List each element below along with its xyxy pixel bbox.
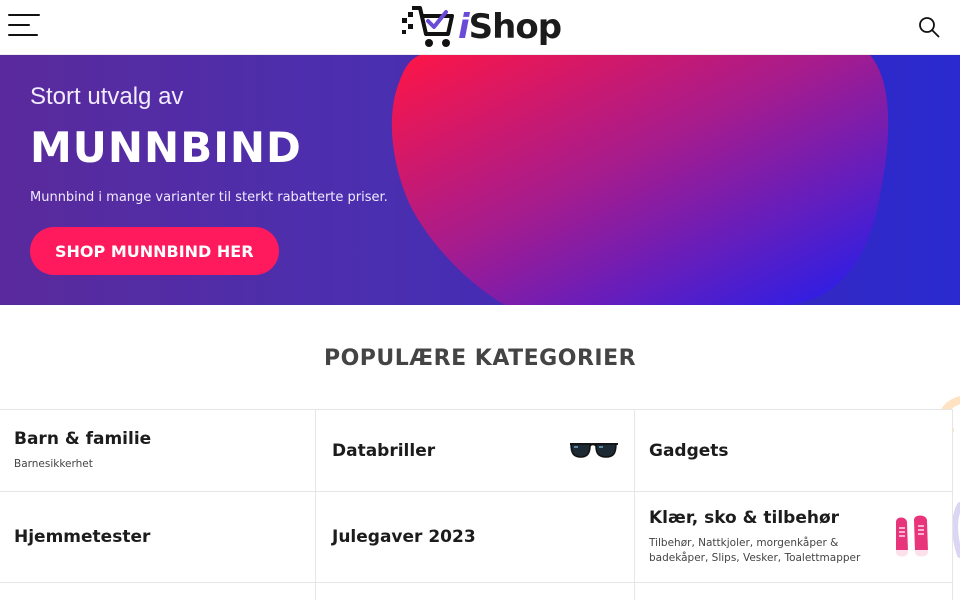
category-subtitle[interactable]: Tilbehør, Nattkjoler, morgenkåper & bade… [649,536,874,566]
category-gadgets[interactable]: Gadgets [635,410,953,491]
hamburger-menu-icon[interactable] [8,12,40,40]
shop-munnbind-button[interactable]: SHOP MUNNBIND HER [30,227,279,275]
category-klaer-sko-tilbehor[interactable]: Klær, sko & tilbehør Tilbehør, Nattkjole… [635,492,953,582]
shopping-cart-logo-icon [402,6,454,47]
category-cell-partial[interactable] [316,583,635,600]
hero-title: MUNNBIND [30,123,302,172]
category-databriller[interactable]: Databriller [316,410,635,491]
logo-letter-i: i [458,7,470,47]
popular-categories-heading: POPULÆRE KATEGORIER [323,346,637,371]
hero-description: Munnbind i mange varianter til sterkt ra… [30,190,388,205]
category-subtitle[interactable]: Barnesikkerhet [14,457,239,472]
logo-letters-shop: Shop [468,7,562,47]
category-cell-partial[interactable] [635,583,953,600]
category-title: Gadgets [649,440,729,461]
site-header: iShop [0,0,960,55]
hero-banner: Stort utvalg av MUNNBIND Munnbind i mang… [0,55,960,305]
category-grid: Barn & familie Barnesikkerhet Databrille… [0,409,953,600]
ishop-logo[interactable]: iShop [400,4,562,50]
logo-wordmark: iShop [458,7,562,47]
category-title: Hjemmetester [14,527,151,547]
category-julegaver-2023[interactable]: Julegaver 2023 [316,492,635,582]
search-icon[interactable] [918,16,940,38]
category-title: Barn & familie [14,429,152,449]
category-cell-partial[interactable] [0,583,316,600]
pink-sneakers-icon [896,515,928,559]
hero-subtitle: Stort utvalg av [30,83,184,110]
category-title: Julegaver 2023 [332,527,476,547]
category-barn-familie[interactable]: Barn & familie Barnesikkerhet [0,410,316,491]
glasses-icon [570,443,618,458]
category-hjemmetester[interactable]: Hjemmetester [0,492,316,582]
